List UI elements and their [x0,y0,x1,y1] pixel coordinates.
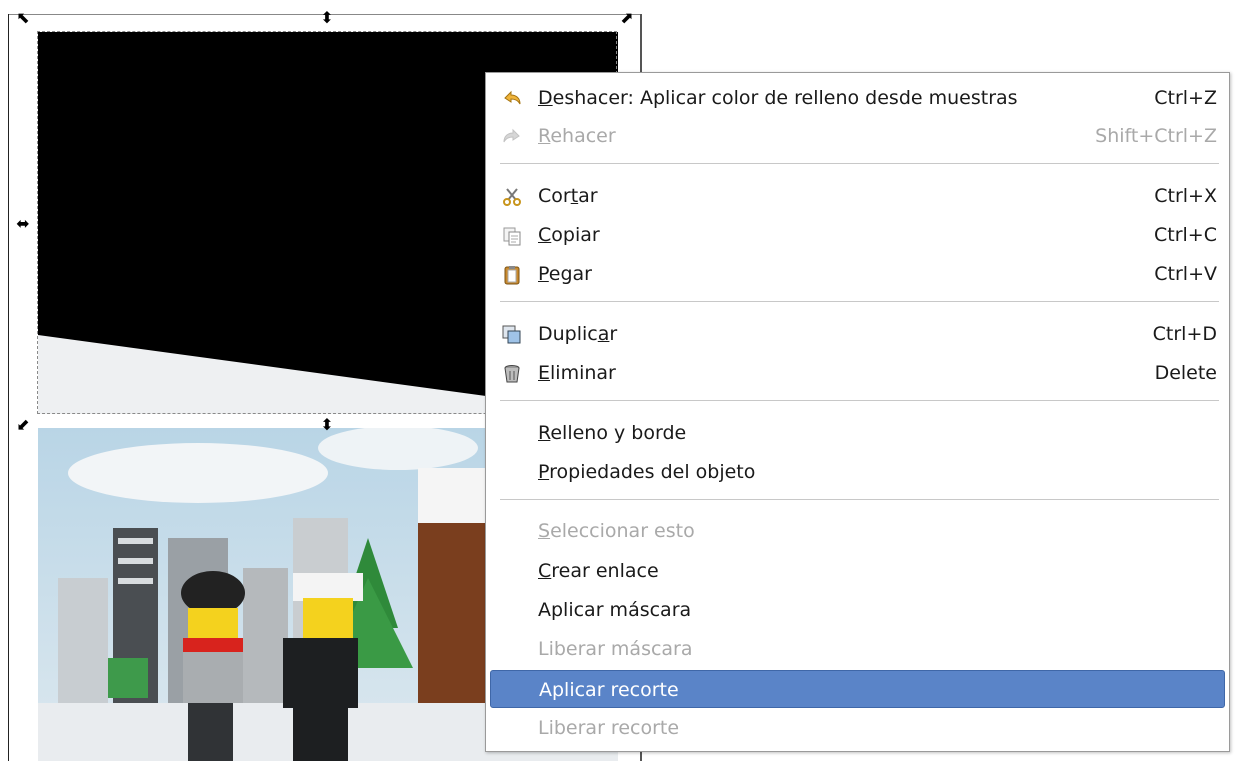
duplicate-icon [502,325,521,344]
menu-item-label: Duplicar [538,323,618,345]
page-border-left [8,14,9,761]
menu-item-create-link[interactable]: Crear enlace [490,552,1225,590]
menu-item-label: Eliminar [538,362,616,384]
menu-item-select-this[interactable]: Seleccionar esto [490,512,1225,550]
menu-item-release-mask[interactable]: Liberar máscara [490,630,1225,668]
menu-item-label: Liberar máscara [538,638,693,660]
scale-handle-top-left-icon[interactable]: ⬉ [14,10,32,28]
menu-item-label: Rehacer [538,125,616,147]
copy-icon [503,227,521,246]
menu-item-release-clip[interactable]: Liberar recorte [490,709,1225,747]
menu-item-duplicate[interactable]: Duplicar Ctrl+D [490,315,1225,353]
menu-item-delete[interactable]: Eliminar Delete [490,354,1225,392]
menu-item-label: Crear enlace [538,560,659,582]
scale-handle-left-icon[interactable]: ⬌ [14,216,32,234]
menu-item-redo[interactable]: Rehacer Shift+Ctrl+Z [490,117,1225,155]
menu-item-copy[interactable]: Copiar Ctrl+C [490,216,1225,254]
menu-item-apply-mask[interactable]: Aplicar máscara [490,591,1225,629]
menu-separator [500,163,1219,164]
redo-icon [503,128,520,143]
menu-item-undo[interactable]: Deshacer: Aplicar color de relleno desde… [490,79,1225,117]
menu-item-label: Aplicar máscara [538,599,692,621]
scissors-icon [503,188,521,206]
scale-handle-bottom-left-icon[interactable]: ⬋ [14,417,32,435]
menu-item-accelerator: Ctrl+V [1154,263,1217,285]
menu-item-label: Seleccionar esto [538,520,695,542]
menu-item-label: Pegar [538,263,592,285]
scale-handle-bottom-icon[interactable]: ⬍ [318,417,336,435]
menu-item-accelerator: Shift+Ctrl+Z [1095,125,1217,147]
menu-item-apply-clip[interactable]: Aplicar recorte [490,670,1225,708]
menu-item-paste[interactable]: Pegar Ctrl+V [490,255,1225,293]
menu-item-accelerator: Ctrl+C [1154,224,1217,246]
context-menu: Deshacer: Aplicar color de relleno desde… [485,72,1230,752]
menu-item-label: Propiedades del objeto [538,461,756,483]
scale-handle-top-right-icon[interactable]: ⬈ [618,10,636,28]
clipboard-icon [504,266,520,285]
menu-item-accelerator: Delete [1154,362,1217,384]
menu-separator [500,499,1219,500]
trash-icon [504,365,520,383]
menu-item-label: Deshacer: Aplicar color de relleno desde… [538,87,1018,109]
menu-item-label: Relleno y borde [538,422,687,444]
scale-handle-top-icon[interactable]: ⬍ [318,10,336,28]
menu-item-label: Aplicar recorte [539,679,679,701]
menu-item-object-properties[interactable]: Propiedades del objeto [490,453,1225,491]
menu-item-fill-and-stroke[interactable]: Relleno y borde [490,414,1225,452]
menu-separator [500,301,1219,302]
undo-icon [504,90,521,105]
menu-separator [500,400,1219,401]
menu-item-accelerator: Ctrl+D [1152,323,1217,345]
menu-item-accelerator: Ctrl+X [1154,185,1217,207]
menu-item-label: Copiar [538,224,600,246]
menu-item-label: Liberar recorte [538,717,680,739]
menu-item-label: Cortar [538,185,598,207]
menu-item-cut[interactable]: Cortar Ctrl+X [490,177,1225,215]
menu-item-accelerator: Ctrl+Z [1154,87,1217,109]
